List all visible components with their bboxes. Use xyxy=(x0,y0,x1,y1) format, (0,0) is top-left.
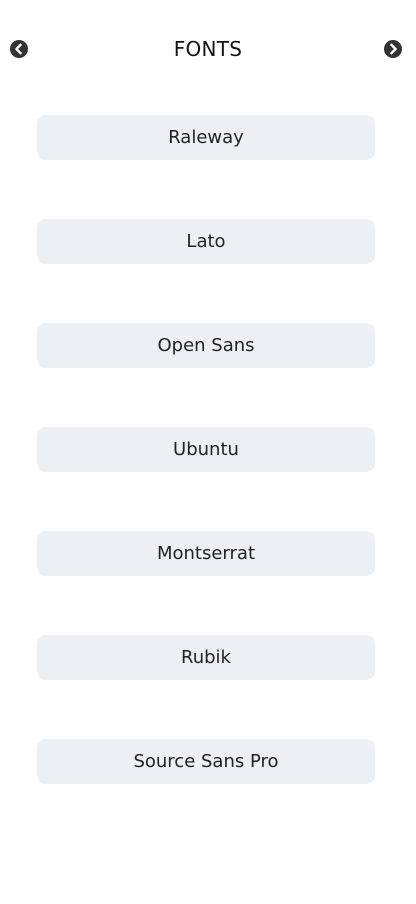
font-option-lato[interactable]: Lato xyxy=(37,219,375,264)
chevron-right-circle-icon xyxy=(384,40,402,58)
page-title: FONTS xyxy=(173,37,243,61)
font-option-source-sans-pro[interactable]: Source Sans Pro xyxy=(37,739,375,784)
header: FONTS xyxy=(0,0,416,98)
next-button[interactable] xyxy=(384,40,402,58)
font-option-open-sans[interactable]: Open Sans xyxy=(37,323,375,368)
font-option-rubik[interactable]: Rubik xyxy=(37,635,375,680)
font-option-montserrat[interactable]: Montserrat xyxy=(37,531,375,576)
font-option-ubuntu[interactable]: Ubuntu xyxy=(37,427,375,472)
font-list: Raleway Lato Open Sans Ubuntu Montserrat… xyxy=(37,115,375,843)
font-option-raleway[interactable]: Raleway xyxy=(37,115,375,160)
